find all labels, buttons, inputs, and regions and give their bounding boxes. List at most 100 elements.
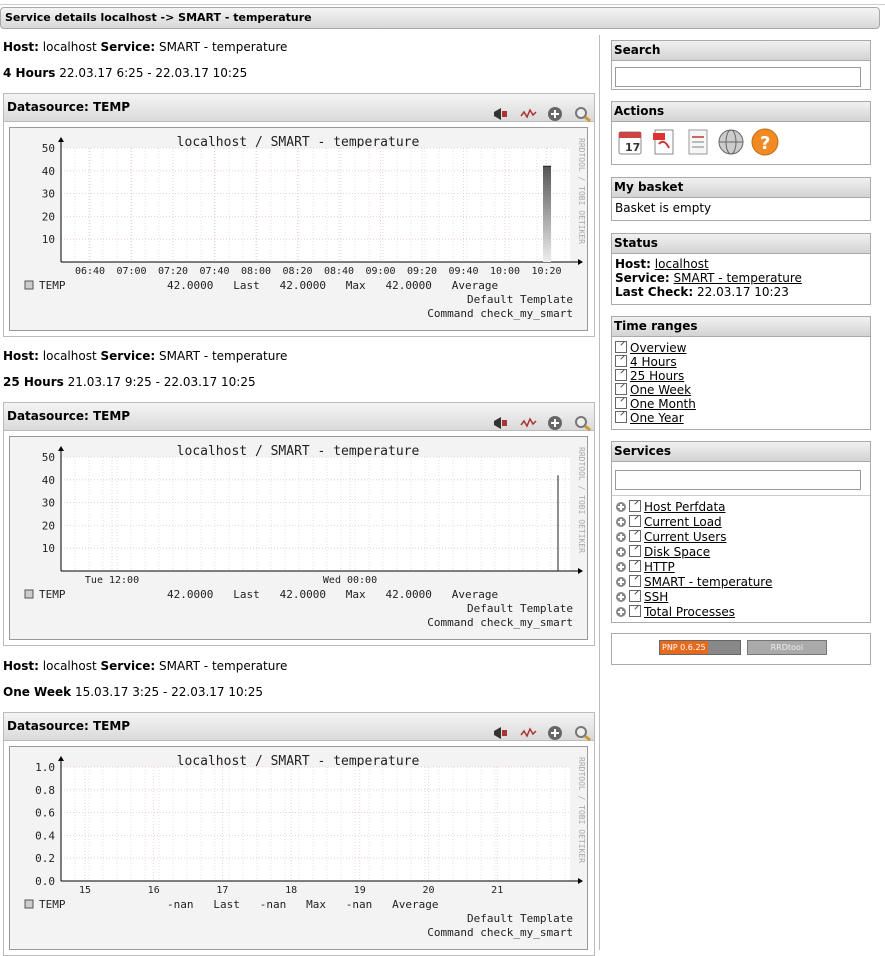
rrdtool-watermark: RRDTOOL / TOBI OETIKER bbox=[577, 447, 586, 553]
expand-icon[interactable] bbox=[616, 592, 626, 602]
service-link[interactable]: Total Processes bbox=[644, 605, 735, 619]
external-link-icon bbox=[629, 560, 641, 572]
zoom-icon[interactable] bbox=[574, 414, 591, 431]
template-line: Default Template bbox=[467, 602, 573, 615]
x-tick-label: 06:40 bbox=[75, 266, 105, 277]
add-to-basket-icon[interactable] bbox=[547, 414, 564, 430]
top-border bbox=[0, 0, 885, 5]
status-host-row: Host: localhost bbox=[615, 257, 867, 271]
graph-icon[interactable] bbox=[520, 105, 537, 121]
graph-image[interactable]: localhost / SMART - temperature 50 40 30 20 1… bbox=[9, 127, 588, 331]
megaphone-icon[interactable] bbox=[492, 724, 509, 740]
y-tick-label: 0.4 bbox=[35, 829, 55, 842]
zoom-icon[interactable] bbox=[574, 724, 591, 741]
timerange-item[interactable]: 4 Hours bbox=[615, 355, 867, 369]
legend-series-name: TEMP bbox=[39, 279, 66, 292]
status-lastcheck-label: Last Check: bbox=[615, 285, 694, 299]
datasource-title: Datasource: TEMP bbox=[7, 100, 131, 114]
service-link[interactable]: HTTP bbox=[644, 560, 675, 574]
timerange-link[interactable]: Overview bbox=[630, 341, 687, 355]
service-item[interactable]: Current Load bbox=[616, 515, 867, 530]
range-value: 22.03.17 6:25 - 22.03.17 10:25 bbox=[59, 66, 248, 80]
x-tick-label: 10:20 bbox=[531, 266, 561, 277]
host-name: localhost bbox=[42, 40, 97, 54]
expand-icon[interactable] bbox=[616, 562, 626, 572]
service-item[interactable]: Disk Space bbox=[616, 545, 867, 560]
search-input[interactable] bbox=[615, 67, 861, 87]
timerange-link[interactable]: 4 Hours bbox=[630, 355, 677, 369]
expand-icon[interactable] bbox=[616, 577, 626, 587]
service-link[interactable]: Disk Space bbox=[644, 545, 710, 559]
service-link[interactable]: SMART - temperature bbox=[644, 575, 772, 589]
column-divider bbox=[599, 35, 600, 950]
timerange-item[interactable]: One Year bbox=[615, 411, 867, 425]
timerange-link[interactable]: 25 Hours bbox=[630, 369, 684, 383]
datasource-panel: Datasource: TEMP localhost / SMART - tem… bbox=[3, 93, 595, 337]
services-filter-input[interactable] bbox=[615, 470, 861, 490]
megaphone-icon[interactable] bbox=[492, 105, 509, 121]
graph-icon[interactable] bbox=[520, 414, 537, 430]
service-link[interactable]: Current Load bbox=[644, 515, 722, 529]
x-tick-label: 09:20 bbox=[407, 266, 437, 277]
y-axis-arrow bbox=[58, 446, 64, 451]
document-icon[interactable] bbox=[684, 128, 712, 156]
timerange-item[interactable]: 25 Hours bbox=[615, 369, 867, 383]
help-icon[interactable]: ? bbox=[751, 128, 779, 156]
plot-area bbox=[61, 457, 570, 571]
globe-icon[interactable] bbox=[717, 128, 745, 156]
timeranges-title: Time ranges bbox=[612, 317, 870, 337]
status-host-link[interactable]: localhost bbox=[655, 257, 709, 271]
expand-icon[interactable] bbox=[616, 517, 626, 527]
timerange-item[interactable]: One Month bbox=[615, 397, 867, 411]
pdf-icon[interactable] bbox=[650, 128, 678, 156]
megaphone-icon[interactable] bbox=[492, 414, 509, 430]
service-link[interactable]: Host Perfdata bbox=[644, 500, 726, 514]
command-line: Command check_my_smart bbox=[427, 616, 573, 629]
add-to-basket-icon[interactable] bbox=[547, 724, 564, 740]
timerange-link[interactable]: One Month bbox=[630, 397, 696, 411]
service-link[interactable]: Current Users bbox=[644, 530, 727, 544]
service-item[interactable]: SSH bbox=[616, 590, 867, 605]
external-link-icon bbox=[615, 355, 627, 367]
rrdtool-badge[interactable]: RRDtool bbox=[746, 640, 827, 655]
x-tick-label: 08:40 bbox=[324, 266, 354, 277]
zoom-icon[interactable] bbox=[574, 105, 591, 122]
expand-icon[interactable] bbox=[616, 532, 626, 542]
pnp-badge-text: PNP 0.6.25 bbox=[660, 641, 708, 654]
external-link-icon bbox=[629, 500, 641, 512]
expand-icon[interactable] bbox=[616, 502, 626, 512]
service-item[interactable]: Current Users bbox=[616, 530, 867, 545]
x-tick-label: 08:20 bbox=[282, 266, 312, 277]
status-host-label: Host: bbox=[615, 257, 651, 271]
service-item[interactable]: Total Processes bbox=[616, 605, 867, 620]
x-tick-label: 21 bbox=[491, 885, 503, 896]
graph-icon[interactable] bbox=[520, 724, 537, 740]
service-link[interactable]: SSH bbox=[644, 590, 668, 604]
service-item[interactable]: Host Perfdata bbox=[616, 500, 867, 515]
range-label: 4 Hours bbox=[3, 66, 56, 80]
timerange-item[interactable]: Overview bbox=[615, 341, 867, 355]
host-name: localhost bbox=[42, 349, 97, 363]
datasource-header: Datasource: TEMP bbox=[4, 713, 594, 741]
y-tick-label: 0.0 bbox=[35, 875, 55, 888]
service-item[interactable]: HTTP bbox=[616, 560, 867, 575]
pnp-version-badge[interactable]: PNP 0.6.25 bbox=[659, 640, 741, 655]
rrdtool-watermark: RRDTOOL / TOBI OETIKER bbox=[577, 757, 586, 863]
timerange-link[interactable]: One Year bbox=[630, 411, 684, 425]
graph-image[interactable]: localhost / SMART - temperature 1.0 0.8 0.6… bbox=[9, 746, 588, 950]
range-value: 21.03.17 9:25 - 22.03.17 10:25 bbox=[67, 375, 256, 389]
expand-icon[interactable] bbox=[616, 607, 626, 617]
add-to-basket-icon[interactable] bbox=[547, 105, 564, 121]
expand-icon[interactable] bbox=[616, 547, 626, 557]
timerange-link[interactable]: One Week bbox=[630, 383, 691, 397]
y-tick-label: 40 bbox=[42, 165, 55, 178]
y-axis-arrow bbox=[58, 137, 64, 142]
timerange-item[interactable]: One Week bbox=[615, 383, 867, 397]
calendar-icon[interactable]: 17 bbox=[616, 128, 644, 156]
status-service-link[interactable]: SMART - temperature bbox=[674, 271, 802, 285]
svg-text:17: 17 bbox=[625, 141, 640, 154]
graph-image[interactable]: localhost / SMART - temperature 50 40 30 20 1… bbox=[9, 436, 588, 640]
service-item[interactable]: SMART - temperature bbox=[616, 575, 867, 590]
service-name: SMART - temperature bbox=[159, 349, 288, 363]
x-tick-label: 09:40 bbox=[448, 266, 478, 277]
